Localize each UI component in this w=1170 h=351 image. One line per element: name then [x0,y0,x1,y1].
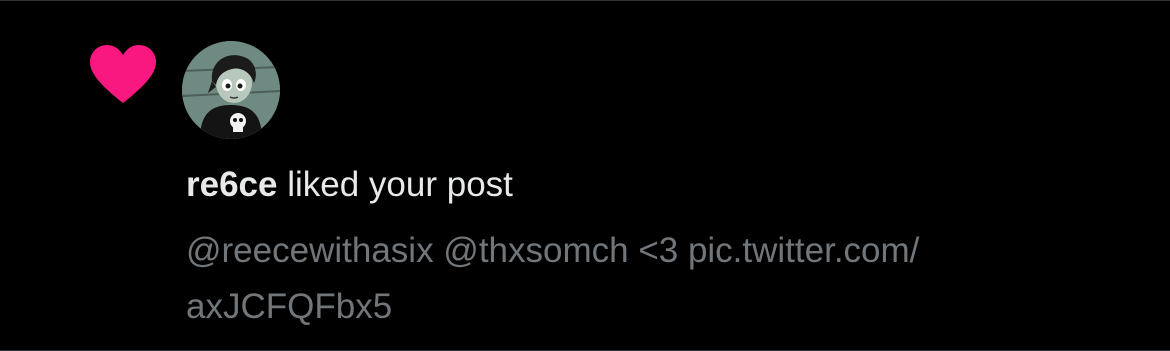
post-preview[interactable]: @reecewithasix @thxsomch <3 pic.twitter.… [186,223,1126,335]
username[interactable]: re6ce [186,165,277,204]
post-preview-line: @reecewithasix @thxsomch <3 pic.twitter.… [186,231,920,270]
avatar-illustration [182,41,280,139]
notification-headline: re6ce liked your post [186,161,513,209]
action-text: liked your post [287,165,513,204]
avatar[interactable] [182,41,280,139]
like-notification[interactable]: re6ce liked your post @reecewithasix @th… [0,0,1170,351]
post-preview-line: axJCFQFbx5 [186,287,393,326]
heart-icon [90,45,156,103]
